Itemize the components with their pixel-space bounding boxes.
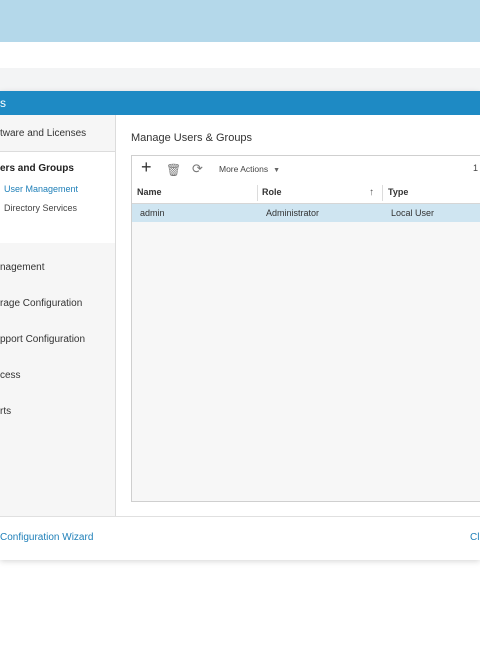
- settings-sidebar: tware and Licenses ers and Groups User M…: [0, 115, 116, 516]
- more-actions-button[interactable]: More Actions ▼: [219, 164, 280, 174]
- refresh-icon[interactable]: ⟳: [192, 161, 203, 177]
- record-count: 1: [473, 163, 479, 173]
- cell-role: Administrator: [266, 208, 320, 218]
- sidebar-item-software-licenses[interactable]: tware and Licenses: [0, 115, 115, 151]
- column-header-type[interactable]: Type: [388, 187, 408, 197]
- column-separator[interactable]: [382, 185, 383, 201]
- users-grid: + 🗑 ⟳ More Actions ▼ 1 Name Role ↑ Type a…: [131, 155, 480, 502]
- cell-type: Local User: [391, 208, 435, 218]
- column-separator[interactable]: [257, 185, 258, 201]
- chevron-down-icon: ▼: [273, 167, 281, 174]
- column-header-role[interactable]: Role: [262, 187, 282, 197]
- trash-icon[interactable]: 🗑: [166, 163, 181, 177]
- sidebar-item-label: tware and Licenses: [0, 128, 87, 139]
- page-title: Manage Users & Groups: [131, 132, 253, 144]
- sidebar-item-access[interactable]: cess: [0, 370, 21, 381]
- sidebar-item-storage-configuration[interactable]: rage Configuration: [0, 298, 82, 309]
- more-actions-label: More Actions: [219, 164, 269, 174]
- sidebar-item-users-groups[interactable]: ers and Groups: [0, 163, 74, 174]
- background-top-band: [0, 0, 480, 42]
- close-button[interactable]: Cl: [470, 532, 479, 543]
- dialog-title: s: [0, 96, 6, 110]
- background-bottom: [0, 560, 480, 650]
- sort-ascending-icon: ↑: [369, 187, 374, 198]
- configuration-wizard-link[interactable]: Configuration Wizard: [0, 532, 93, 543]
- settings-dialog: s tware and Licenses ers and Groups User…: [0, 91, 480, 560]
- table-row[interactable]: admin Administrator Local User: [132, 204, 480, 222]
- sidebar-item-support-configuration[interactable]: pport Configuration: [0, 334, 85, 345]
- cell-name: admin: [140, 208, 165, 218]
- sidebar-item-management[interactable]: nagement: [0, 262, 44, 273]
- plus-icon[interactable]: +: [141, 157, 152, 178]
- sidebar-other-items: nagement rage Configuration pport Config…: [0, 243, 115, 516]
- main-content: Manage Users & Groups + 🗑 ⟳ More Actions…: [116, 115, 480, 516]
- table-header: Name Role ↑ Type: [132, 183, 480, 204]
- grid-toolbar: + 🗑 ⟳ More Actions ▼ 1: [132, 156, 480, 184]
- background-white-strip: [0, 42, 480, 68]
- sidebar-subitem-user-management[interactable]: User Management: [4, 184, 78, 194]
- sidebar-item-alerts[interactable]: rts: [0, 406, 11, 417]
- dialog-footer: Configuration Wizard Cl: [0, 516, 480, 560]
- sidebar-group-users-groups: ers and Groups User Management Directory…: [0, 151, 115, 245]
- column-header-name[interactable]: Name: [137, 187, 162, 197]
- sidebar-subitem-directory-services[interactable]: Directory Services: [4, 203, 77, 213]
- dialog-titlebar: s: [0, 91, 480, 115]
